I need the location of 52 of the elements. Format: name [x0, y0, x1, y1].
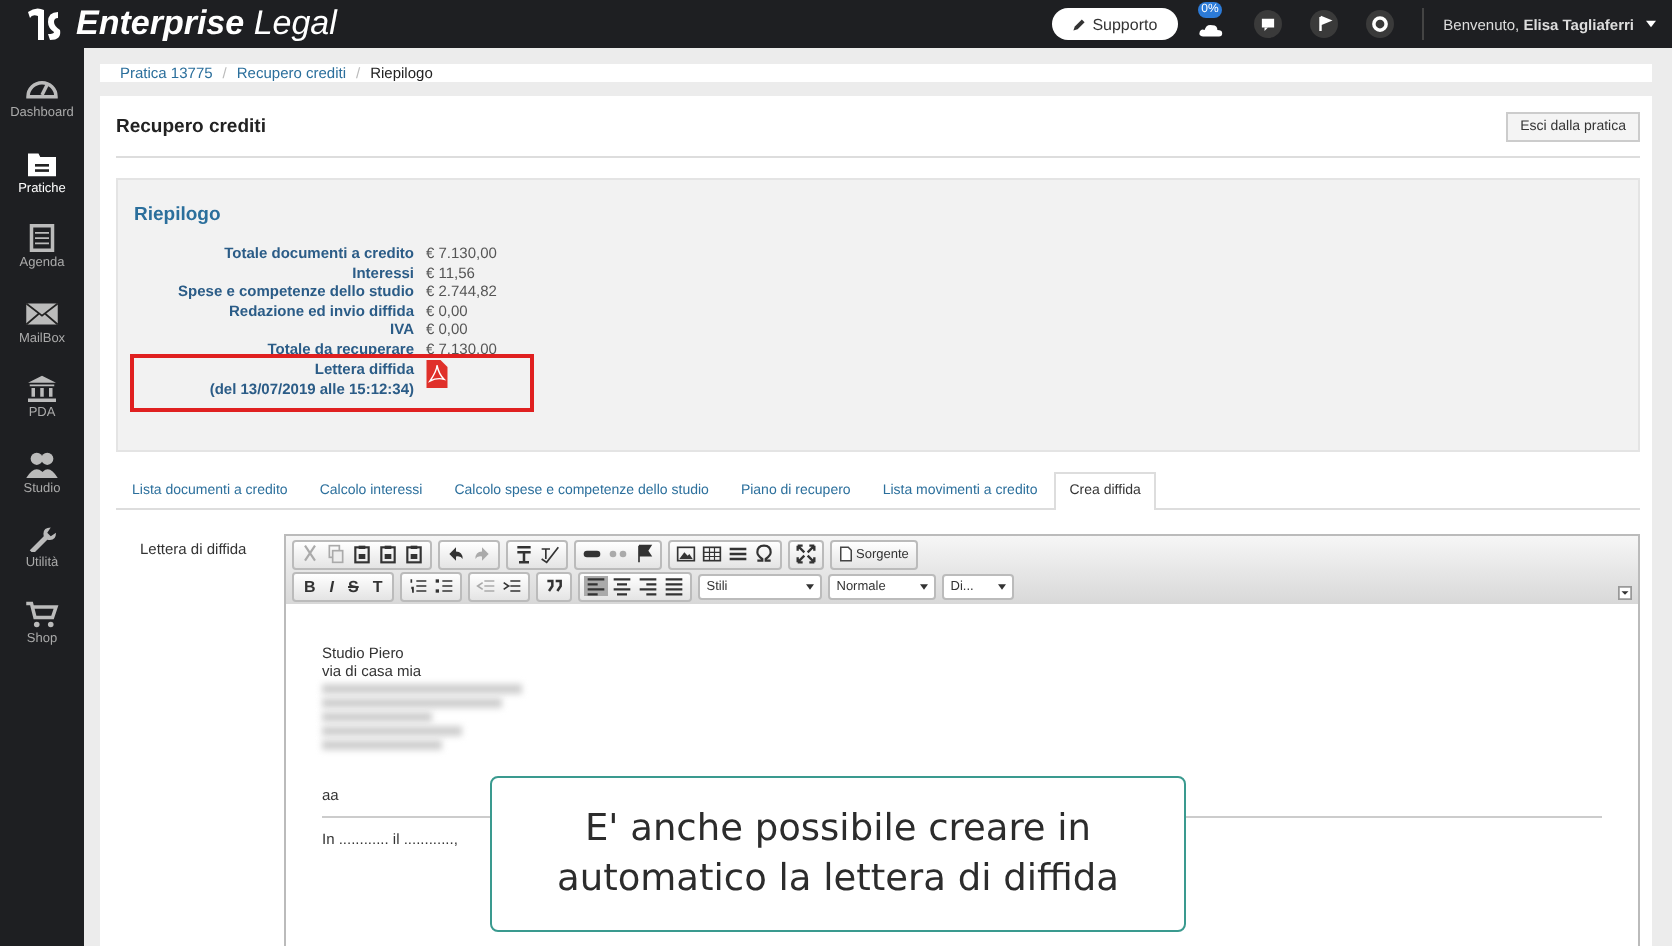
- caret-icon: [806, 583, 815, 589]
- cloud-icon[interactable]: [1198, 22, 1225, 38]
- paste-icon[interactable]: [402, 544, 426, 564]
- quote-icon[interactable]: [542, 576, 567, 596]
- align-center-icon[interactable]: [610, 576, 635, 596]
- format-button[interactable]: I: [323, 577, 341, 595]
- justify-icon[interactable]: [662, 576, 687, 596]
- flag-icon[interactable]: [632, 544, 656, 564]
- logo-icon: [24, 4, 64, 44]
- align-left-icon[interactable]: [584, 576, 609, 596]
- support-button[interactable]: Supporto: [1052, 8, 1178, 40]
- blurred-text: [322, 726, 462, 736]
- format-button[interactable]: S: [342, 577, 365, 595]
- card-title: Recupero crediti: [116, 115, 266, 137]
- paste-icon[interactable]: [350, 544, 374, 564]
- undo-icon[interactable]: [444, 544, 468, 564]
- cart-icon: [24, 599, 60, 628]
- caption-overlay: E' anche possibile creare in automatico la lettera di diffida: [490, 776, 1186, 932]
- caret-icon: [998, 583, 1007, 589]
- envelope-icon: [24, 299, 60, 328]
- calendar-icon: [24, 224, 60, 253]
- collapse-icon[interactable]: [1618, 586, 1632, 600]
- spell-icon[interactable]: [538, 544, 562, 564]
- maximize-icon[interactable]: [794, 544, 818, 564]
- omega-icon[interactable]: [752, 544, 776, 564]
- olist-icon[interactable]: [406, 576, 431, 596]
- blurred-text: [322, 740, 442, 750]
- format-button[interactable]: B: [298, 577, 322, 595]
- align-right-icon[interactable]: [636, 576, 661, 596]
- image-icon[interactable]: [674, 544, 698, 564]
- indent-icon[interactable]: [500, 576, 525, 596]
- pencil-icon: [1072, 17, 1087, 31]
- pdf-icon[interactable]: [426, 360, 448, 388]
- caret-icon[interactable]: [1646, 20, 1656, 28]
- table-icon[interactable]: [700, 544, 724, 564]
- summary-title: Riepilogo: [134, 204, 223, 226]
- document-icon: [840, 546, 852, 562]
- paste-icon[interactable]: [376, 544, 400, 564]
- people-icon: [24, 449, 60, 478]
- rule-icon[interactable]: [726, 544, 750, 564]
- flag-icon[interactable]: [1309, 10, 1338, 38]
- caret-icon: [920, 583, 929, 589]
- folder-icon: [24, 149, 60, 178]
- settings-icon[interactable]: [1365, 10, 1394, 38]
- blurred-text: [322, 712, 432, 722]
- chat-icon[interactable]: [1253, 10, 1282, 38]
- wrench-icon: [24, 524, 60, 553]
- block-icon[interactable]: [512, 544, 536, 564]
- format-button[interactable]: T: [366, 577, 389, 595]
- ulist-icon[interactable]: [432, 576, 457, 596]
- brand-name: Enterprise Legal: [76, 4, 337, 44]
- bank-icon: [24, 374, 60, 403]
